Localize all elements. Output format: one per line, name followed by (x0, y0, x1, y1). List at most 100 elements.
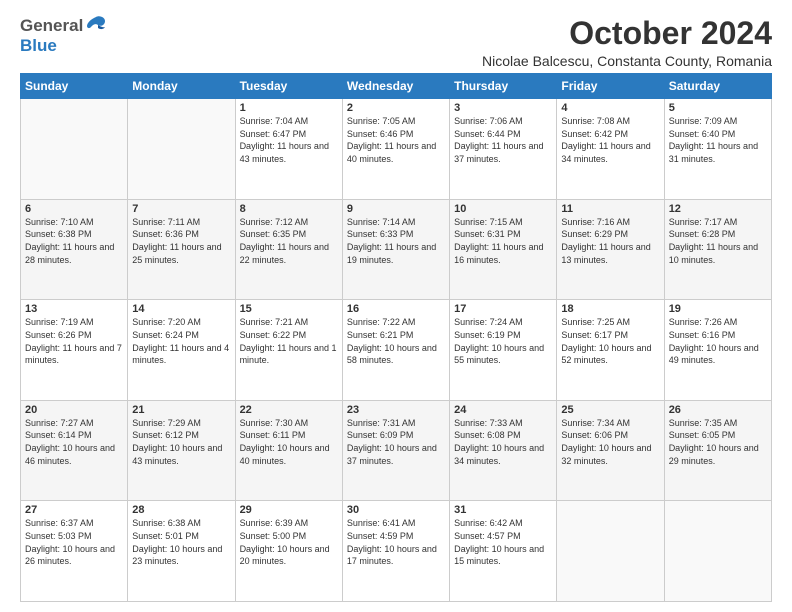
day-info: Sunrise: 7:08 AM Sunset: 6:42 PM Dayligh… (561, 115, 659, 165)
calendar-week-row: 20Sunrise: 7:27 AM Sunset: 6:14 PM Dayli… (21, 400, 772, 501)
table-row: 31Sunrise: 6:42 AM Sunset: 4:57 PM Dayli… (450, 501, 557, 602)
day-info: Sunrise: 7:16 AM Sunset: 6:29 PM Dayligh… (561, 216, 659, 266)
table-row: 8Sunrise: 7:12 AM Sunset: 6:35 PM Daylig… (235, 199, 342, 300)
table-row: 5Sunrise: 7:09 AM Sunset: 6:40 PM Daylig… (664, 99, 771, 200)
day-number: 3 (454, 102, 552, 114)
table-row: 24Sunrise: 7:33 AM Sunset: 6:08 PM Dayli… (450, 400, 557, 501)
month-title: October 2024 (482, 16, 772, 51)
day-number: 21 (132, 404, 230, 416)
day-number: 25 (561, 404, 659, 416)
header-tuesday: Tuesday (235, 74, 342, 99)
table-row: 18Sunrise: 7:25 AM Sunset: 6:17 PM Dayli… (557, 300, 664, 401)
day-number: 23 (347, 404, 445, 416)
calendar-week-row: 1Sunrise: 7:04 AM Sunset: 6:47 PM Daylig… (21, 99, 772, 200)
day-info: Sunrise: 7:06 AM Sunset: 6:44 PM Dayligh… (454, 115, 552, 165)
header-sunday: Sunday (21, 74, 128, 99)
day-number: 12 (669, 203, 767, 215)
day-info: Sunrise: 7:31 AM Sunset: 6:09 PM Dayligh… (347, 417, 445, 467)
header-saturday: Saturday (664, 74, 771, 99)
day-number: 11 (561, 203, 659, 215)
day-info: Sunrise: 7:29 AM Sunset: 6:12 PM Dayligh… (132, 417, 230, 467)
day-number: 24 (454, 404, 552, 416)
day-info: Sunrise: 7:11 AM Sunset: 6:36 PM Dayligh… (132, 216, 230, 266)
table-row: 9Sunrise: 7:14 AM Sunset: 6:33 PM Daylig… (342, 199, 449, 300)
logo-general: General (20, 16, 83, 36)
day-number: 19 (669, 303, 767, 315)
day-info: Sunrise: 7:33 AM Sunset: 6:08 PM Dayligh… (454, 417, 552, 467)
day-number: 22 (240, 404, 338, 416)
calendar-week-row: 13Sunrise: 7:19 AM Sunset: 6:26 PM Dayli… (21, 300, 772, 401)
table-row: 14Sunrise: 7:20 AM Sunset: 6:24 PM Dayli… (128, 300, 235, 401)
day-number: 17 (454, 303, 552, 315)
day-info: Sunrise: 6:38 AM Sunset: 5:01 PM Dayligh… (132, 517, 230, 567)
calendar: Sunday Monday Tuesday Wednesday Thursday… (20, 73, 772, 602)
day-info: Sunrise: 7:15 AM Sunset: 6:31 PM Dayligh… (454, 216, 552, 266)
day-info: Sunrise: 7:17 AM Sunset: 6:28 PM Dayligh… (669, 216, 767, 266)
table-row: 22Sunrise: 7:30 AM Sunset: 6:11 PM Dayli… (235, 400, 342, 501)
day-number: 1 (240, 102, 338, 114)
day-number: 28 (132, 504, 230, 516)
table-row (128, 99, 235, 200)
day-number: 13 (25, 303, 123, 315)
day-number: 5 (669, 102, 767, 114)
day-info: Sunrise: 7:35 AM Sunset: 6:05 PM Dayligh… (669, 417, 767, 467)
day-number: 29 (240, 504, 338, 516)
day-info: Sunrise: 7:34 AM Sunset: 6:06 PM Dayligh… (561, 417, 659, 467)
page: General Blue October 2024 Nicolae Balces… (0, 0, 792, 612)
table-row: 15Sunrise: 7:21 AM Sunset: 6:22 PM Dayli… (235, 300, 342, 401)
table-row: 28Sunrise: 6:38 AM Sunset: 5:01 PM Dayli… (128, 501, 235, 602)
day-info: Sunrise: 6:41 AM Sunset: 4:59 PM Dayligh… (347, 517, 445, 567)
table-row: 21Sunrise: 7:29 AM Sunset: 6:12 PM Dayli… (128, 400, 235, 501)
day-info: Sunrise: 7:10 AM Sunset: 6:38 PM Dayligh… (25, 216, 123, 266)
table-row: 7Sunrise: 7:11 AM Sunset: 6:36 PM Daylig… (128, 199, 235, 300)
day-number: 15 (240, 303, 338, 315)
table-row: 3Sunrise: 7:06 AM Sunset: 6:44 PM Daylig… (450, 99, 557, 200)
day-number: 27 (25, 504, 123, 516)
calendar-week-row: 6Sunrise: 7:10 AM Sunset: 6:38 PM Daylig… (21, 199, 772, 300)
table-row: 13Sunrise: 7:19 AM Sunset: 6:26 PM Dayli… (21, 300, 128, 401)
table-row: 19Sunrise: 7:26 AM Sunset: 6:16 PM Dayli… (664, 300, 771, 401)
table-row: 10Sunrise: 7:15 AM Sunset: 6:31 PM Dayli… (450, 199, 557, 300)
day-number: 2 (347, 102, 445, 114)
header-friday: Friday (557, 74, 664, 99)
weekday-header-row: Sunday Monday Tuesday Wednesday Thursday… (21, 74, 772, 99)
header-thursday: Thursday (450, 74, 557, 99)
table-row: 30Sunrise: 6:41 AM Sunset: 4:59 PM Dayli… (342, 501, 449, 602)
day-number: 18 (561, 303, 659, 315)
calendar-week-row: 27Sunrise: 6:37 AM Sunset: 5:03 PM Dayli… (21, 501, 772, 602)
day-number: 10 (454, 203, 552, 215)
day-info: Sunrise: 7:21 AM Sunset: 6:22 PM Dayligh… (240, 316, 338, 366)
table-row: 12Sunrise: 7:17 AM Sunset: 6:28 PM Dayli… (664, 199, 771, 300)
day-info: Sunrise: 7:12 AM Sunset: 6:35 PM Dayligh… (240, 216, 338, 266)
table-row: 6Sunrise: 7:10 AM Sunset: 6:38 PM Daylig… (21, 199, 128, 300)
day-info: Sunrise: 7:30 AM Sunset: 6:11 PM Dayligh… (240, 417, 338, 467)
day-info: Sunrise: 7:14 AM Sunset: 6:33 PM Dayligh… (347, 216, 445, 266)
table-row: 1Sunrise: 7:04 AM Sunset: 6:47 PM Daylig… (235, 99, 342, 200)
day-info: Sunrise: 7:09 AM Sunset: 6:40 PM Dayligh… (669, 115, 767, 165)
table-row: 11Sunrise: 7:16 AM Sunset: 6:29 PM Dayli… (557, 199, 664, 300)
table-row: 26Sunrise: 7:35 AM Sunset: 6:05 PM Dayli… (664, 400, 771, 501)
logo: General Blue (20, 16, 107, 56)
day-number: 14 (132, 303, 230, 315)
day-number: 4 (561, 102, 659, 114)
day-info: Sunrise: 7:19 AM Sunset: 6:26 PM Dayligh… (25, 316, 123, 366)
table-row: 29Sunrise: 6:39 AM Sunset: 5:00 PM Dayli… (235, 501, 342, 602)
day-info: Sunrise: 7:27 AM Sunset: 6:14 PM Dayligh… (25, 417, 123, 467)
day-number: 6 (25, 203, 123, 215)
header: General Blue October 2024 Nicolae Balces… (20, 16, 772, 69)
day-info: Sunrise: 7:22 AM Sunset: 6:21 PM Dayligh… (347, 316, 445, 366)
table-row: 2Sunrise: 7:05 AM Sunset: 6:46 PM Daylig… (342, 99, 449, 200)
logo-bird-icon (85, 15, 107, 35)
location-title: Nicolae Balcescu, Constanta County, Roma… (482, 53, 772, 69)
day-number: 7 (132, 203, 230, 215)
day-info: Sunrise: 7:20 AM Sunset: 6:24 PM Dayligh… (132, 316, 230, 366)
day-number: 30 (347, 504, 445, 516)
day-info: Sunrise: 7:05 AM Sunset: 6:46 PM Dayligh… (347, 115, 445, 165)
day-info: Sunrise: 7:04 AM Sunset: 6:47 PM Dayligh… (240, 115, 338, 165)
day-info: Sunrise: 6:39 AM Sunset: 5:00 PM Dayligh… (240, 517, 338, 567)
day-number: 8 (240, 203, 338, 215)
header-wednesday: Wednesday (342, 74, 449, 99)
table-row: 23Sunrise: 7:31 AM Sunset: 6:09 PM Dayli… (342, 400, 449, 501)
table-row (21, 99, 128, 200)
day-number: 16 (347, 303, 445, 315)
